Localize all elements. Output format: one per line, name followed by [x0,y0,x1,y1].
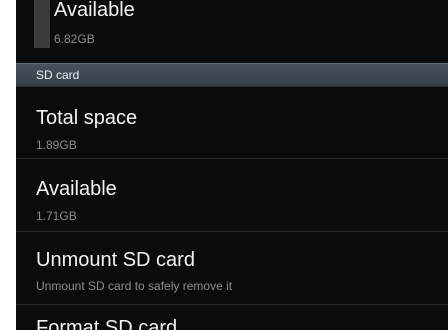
storage-settings-screen: Available 6.82GB SD card Total space 1.8… [16,0,448,330]
storage-usage-bar [34,0,50,48]
section-header-label: SD card [36,68,80,82]
internal-available-value: 6.82GB [54,32,95,46]
section-header-sd-card: SD card [16,63,448,87]
sd-available-row: Available 1.71GB [16,159,448,231]
format-sd-card-item[interactable]: Format SD card [36,316,177,330]
sd-total-space-value: 1.89GB [36,138,77,152]
sd-total-space-label: Total space [36,107,138,129]
sd-total-space-row: Total space 1.89GB [16,86,448,158]
internal-available-label: Available [54,0,135,21]
divider [16,304,448,305]
internal-available-row: Available 6.82GB [16,0,448,62]
unmount-sd-card-description: Unmount SD card to safely remove it [36,279,233,293]
unmount-sd-card-label: Unmount SD card [36,249,195,271]
sd-available-label: Available [36,178,117,200]
unmount-sd-card-item[interactable]: Unmount SD card Unmount SD card to safel… [16,232,448,304]
sd-available-value: 1.71GB [36,209,77,223]
